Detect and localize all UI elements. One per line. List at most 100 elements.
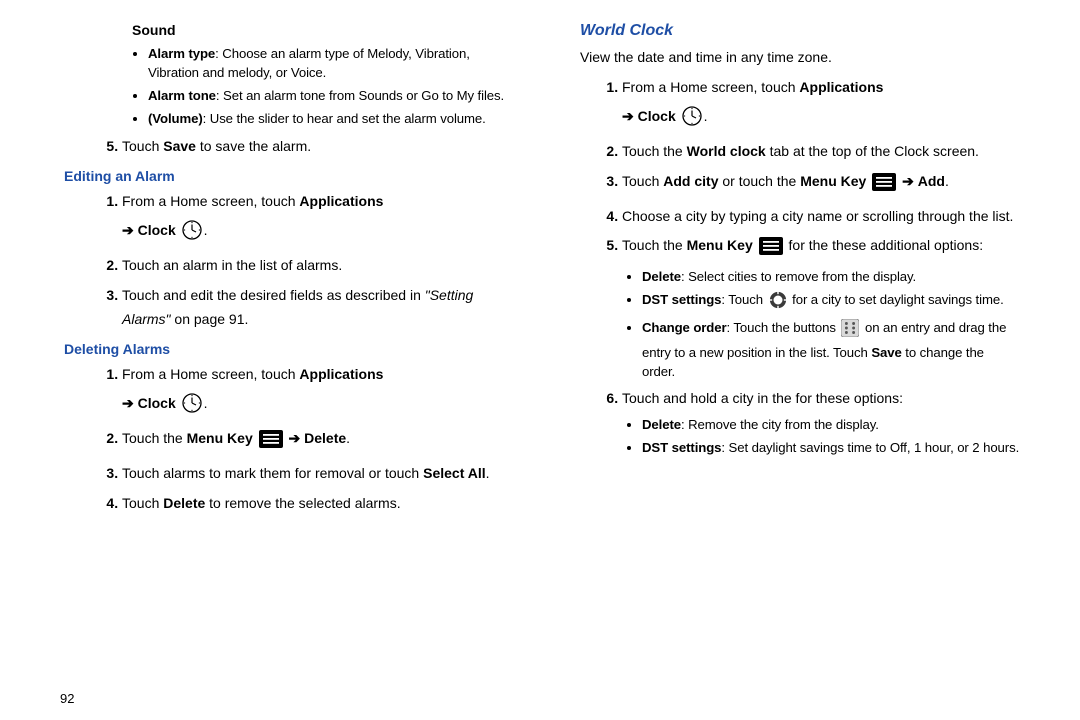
dst-icon bbox=[769, 291, 787, 314]
sound-heading: Sound bbox=[132, 22, 520, 38]
text: : Remove the city from the display. bbox=[681, 417, 879, 432]
post: for the these additional options: bbox=[789, 237, 984, 253]
left-column: Sound Alarm type: Choose an alarm type o… bbox=[60, 20, 520, 700]
text: : Set daylight savings time to Off, 1 ho… bbox=[721, 440, 1019, 455]
period: . bbox=[346, 430, 350, 446]
arrow-icon: ➔ bbox=[622, 108, 634, 124]
label: DST settings bbox=[642, 292, 721, 307]
pre: Touch the bbox=[122, 430, 187, 446]
label: (Volume) bbox=[148, 111, 203, 126]
editing-steps: From a Home screen, touch Applications ➔… bbox=[122, 190, 520, 331]
select-all-label: Select All bbox=[423, 465, 486, 481]
bullet-alarm-tone: Alarm tone: Set an alarm tone from Sound… bbox=[148, 86, 520, 105]
add-label: Add bbox=[918, 173, 945, 189]
wc-step-2: Touch the World clock tab at the top of … bbox=[622, 140, 1020, 164]
label: Alarm type bbox=[148, 46, 215, 61]
mid: : Touch bbox=[721, 292, 766, 307]
editing-heading: Editing an Alarm bbox=[64, 168, 520, 184]
editing-step-3: Touch and edit the desired fields as des… bbox=[122, 284, 520, 332]
menu-key-icon bbox=[259, 430, 283, 456]
pre: From a Home screen, touch bbox=[122, 366, 299, 382]
deleting-step-2: Touch the Menu Key ➔ Delete. bbox=[122, 427, 520, 456]
arrow-icon: ➔ bbox=[902, 173, 918, 189]
text: : Set an alarm tone from Sounds or Go to… bbox=[216, 88, 504, 103]
world-clock-heading: World Clock bbox=[580, 22, 1020, 40]
page-number: 92 bbox=[60, 691, 74, 706]
applications-label: Applications bbox=[299, 193, 383, 209]
deleting-step-4: Touch Delete to remove the selected alar… bbox=[122, 492, 520, 516]
delete-label: Delete bbox=[304, 430, 346, 446]
wc-step-5: Touch the Menu Key for the these additio… bbox=[622, 234, 1020, 381]
pre: Touch the bbox=[622, 143, 687, 159]
arrow-icon: ➔ bbox=[122, 222, 134, 238]
arrow-icon: ➔ bbox=[289, 430, 305, 446]
text: Touch and hold a city in the for these o… bbox=[622, 390, 903, 406]
delete-label: Delete bbox=[163, 495, 205, 511]
manual-page: Sound Alarm type: Choose an alarm type o… bbox=[0, 0, 1080, 720]
wc-step5-bullets: Delete: Select cities to remove from the… bbox=[642, 267, 1020, 381]
post: on page 91. bbox=[171, 311, 249, 327]
pre: Touch bbox=[122, 495, 163, 511]
pre: Touch the bbox=[622, 237, 687, 253]
pre: Touch bbox=[622, 173, 663, 189]
applications-icon bbox=[389, 191, 409, 219]
world-clock-steps: From a Home screen, touch Applications ➔… bbox=[622, 76, 1020, 457]
pre: Touch alarms to mark them for removal or… bbox=[122, 465, 423, 481]
menu-key-label: Menu Key bbox=[800, 173, 866, 189]
bullet-dst-hours: DST settings: Set daylight savings time … bbox=[642, 438, 1020, 457]
text: : Use the slider to hear and set the ala… bbox=[203, 111, 486, 126]
label: Delete bbox=[642, 417, 681, 432]
deleting-step-3: Touch alarms to mark them for removal or… bbox=[122, 462, 520, 486]
label: Change order bbox=[642, 320, 727, 335]
menu-key-icon bbox=[872, 173, 896, 199]
add-city-label: Add city bbox=[663, 173, 718, 189]
step-save: Touch Save to save the alarm. bbox=[122, 135, 520, 159]
applications-label: Applications bbox=[299, 366, 383, 382]
bold: Save bbox=[163, 138, 196, 154]
drag-handle-icon bbox=[841, 319, 859, 342]
arrow-icon: ➔ bbox=[122, 395, 134, 411]
world-clock-label: World clock bbox=[687, 143, 766, 159]
bullet-delete-city: Delete: Remove the city from the display… bbox=[642, 415, 1020, 434]
applications-icon bbox=[889, 77, 909, 105]
clock-icon bbox=[182, 220, 202, 248]
mid: : Touch the buttons bbox=[727, 320, 840, 335]
sound-steps: Touch Save to save the alarm. bbox=[122, 135, 520, 159]
right-column: World Clock View the date and time in an… bbox=[560, 20, 1020, 700]
post: tab at the top of the Clock screen. bbox=[766, 143, 979, 159]
period: . bbox=[704, 108, 708, 124]
editing-step-2: Touch an alarm in the list of alarms. bbox=[122, 254, 520, 278]
period: . bbox=[486, 465, 490, 481]
period: . bbox=[204, 395, 208, 411]
menu-key-label: Menu Key bbox=[687, 237, 753, 253]
clock-label: Clock bbox=[138, 222, 176, 238]
bullet-alarm-type: Alarm type: Choose an alarm type of Melo… bbox=[148, 44, 520, 82]
clock-label: Clock bbox=[638, 108, 676, 124]
pre: From a Home screen, touch bbox=[122, 193, 299, 209]
applications-label: Applications bbox=[799, 79, 883, 95]
post: for a city to set daylight savings time. bbox=[792, 292, 1004, 307]
sound-bullets: Alarm type: Choose an alarm type of Melo… bbox=[148, 44, 520, 129]
editing-step-1: From a Home screen, touch Applications ➔… bbox=[122, 190, 520, 248]
mid: or touch the bbox=[718, 173, 800, 189]
wc-step-3: Touch Add city or touch the Menu Key ➔ A… bbox=[622, 170, 1020, 199]
deleting-steps: From a Home screen, touch Applications ➔… bbox=[122, 363, 520, 515]
period: . bbox=[204, 222, 208, 238]
menu-key-icon bbox=[759, 237, 783, 263]
pre: Touch and edit the desired fields as des… bbox=[122, 287, 425, 303]
wc-step-4: Choose a city by typing a city name or s… bbox=[622, 205, 1020, 229]
deleting-step-1: From a Home screen, touch Applications ➔… bbox=[122, 363, 520, 421]
bullet-delete: Delete: Select cities to remove from the… bbox=[642, 267, 1020, 286]
menu-key-label: Menu Key bbox=[187, 430, 253, 446]
post: to remove the selected alarms. bbox=[205, 495, 400, 511]
clock-icon bbox=[682, 106, 702, 134]
deleting-heading: Deleting Alarms bbox=[64, 341, 520, 357]
clock-icon bbox=[182, 393, 202, 421]
pre: Touch bbox=[122, 138, 163, 154]
world-clock-intro: View the date and time in any time zone. bbox=[580, 46, 1020, 68]
label: DST settings bbox=[642, 440, 721, 455]
period: . bbox=[945, 173, 949, 189]
applications-icon bbox=[389, 364, 409, 392]
bullet-change-order: Change order: Touch the buttons on an en… bbox=[642, 318, 1020, 380]
bullet-volume: (Volume): Use the slider to hear and set… bbox=[148, 109, 520, 128]
